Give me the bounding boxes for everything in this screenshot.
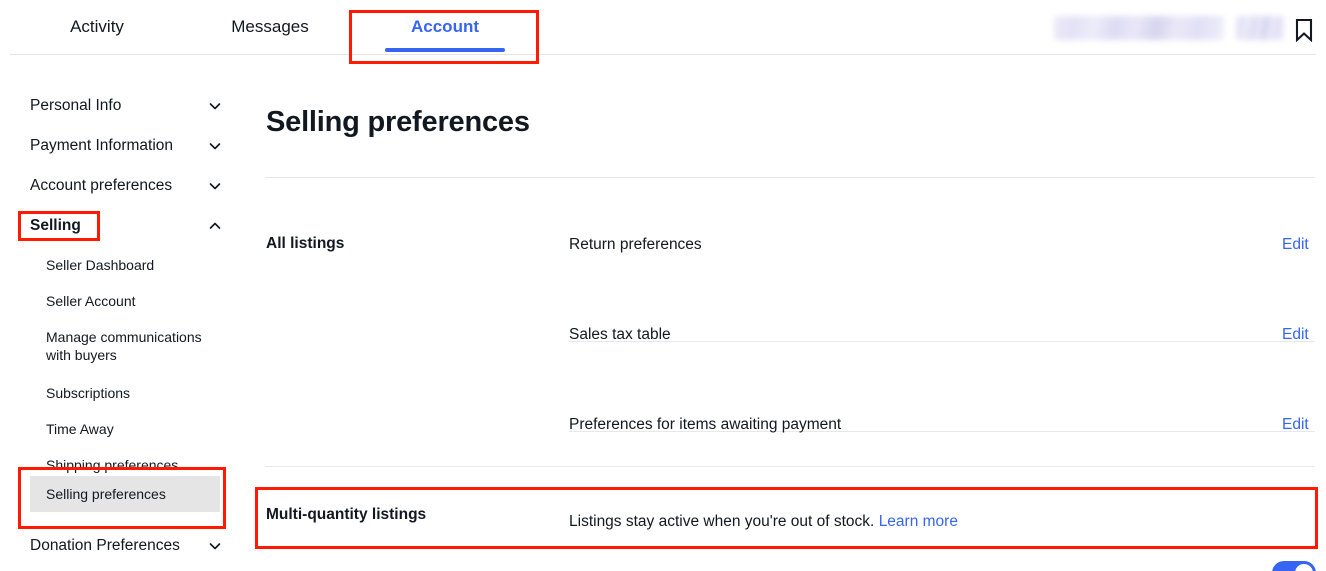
sidebar-group-account-preferences[interactable]: Account preferences: [30, 174, 222, 198]
redacted-text-block: [1236, 16, 1284, 40]
learn-more-link[interactable]: Learn more: [879, 513, 958, 530]
sidebar-item-manage-communications[interactable]: Manage communications with buyers: [46, 328, 224, 364]
section-label-multi-quantity-listings: Multi-quantity listings: [266, 506, 426, 524]
sidebar-group-label: Selling: [30, 217, 81, 235]
sidebar-item-time-away[interactable]: Time Away: [46, 420, 216, 438]
page-root: Activity Messages Account Personal Info …: [0, 0, 1326, 571]
sidebar-group-label: Payment Information: [30, 137, 173, 155]
top-navigation: Activity Messages Account: [0, 0, 1326, 56]
sidebar-group-label: Personal Info: [30, 97, 121, 115]
top-navigation-divider: [10, 54, 1316, 55]
sidebar-item-seller-dashboard[interactable]: Seller Dashboard: [46, 256, 216, 274]
sidebar-group-selling[interactable]: Selling: [30, 214, 222, 238]
redacted-text-block: [1054, 16, 1224, 40]
bookmark-icon[interactable]: [1294, 18, 1314, 42]
sidebar-group-payment-information[interactable]: Payment Information: [30, 134, 222, 158]
sidebar-item-selling-preferences[interactable]: Selling preferences: [30, 476, 220, 512]
row-label-multi-quantity-description: Listings stay active when you're out of …: [569, 513, 958, 531]
row-label-return-preferences: Return preferences: [569, 236, 702, 254]
row-divider: [569, 341, 1315, 342]
multi-quantity-toggle[interactable]: [1272, 561, 1316, 571]
chevron-up-icon: [208, 219, 222, 233]
chevron-down-icon: [208, 179, 222, 193]
chevron-down-icon: [208, 99, 222, 113]
edit-link-sales-tax-table[interactable]: Edit: [1282, 326, 1309, 344]
sidebar-group-label: Donation Preferences: [30, 537, 180, 555]
section-label-all-listings: All listings: [266, 235, 344, 253]
page-title: Selling preferences: [266, 106, 530, 139]
main-content: Selling preferences All listings Return …: [250, 56, 1326, 571]
section-divider: [265, 177, 1315, 178]
sidebar-group-personal-info[interactable]: Personal Info: [30, 94, 222, 118]
row-label-sales-tax-table: Sales tax table: [569, 326, 671, 344]
tab-account[interactable]: Account: [356, 0, 534, 54]
sidebar-group-label: Account preferences: [30, 177, 172, 195]
sidebar-item-shipping-preferences[interactable]: Shipping preferences: [46, 456, 216, 474]
tab-active-indicator: [385, 48, 505, 52]
edit-link-return-preferences[interactable]: Edit: [1282, 236, 1309, 254]
toggle-knob: [1295, 564, 1313, 571]
tab-messages[interactable]: Messages: [196, 0, 344, 54]
section-divider: [265, 466, 1315, 467]
multi-quantity-description-text: Listings stay active when you're out of …: [569, 513, 874, 530]
sidebar-group-donation-preferences[interactable]: Donation Preferences: [30, 534, 222, 558]
chevron-down-icon: [208, 539, 222, 553]
sidebar-item-subscriptions[interactable]: Subscriptions: [46, 384, 216, 402]
edit-link-items-awaiting-payment[interactable]: Edit: [1282, 416, 1309, 434]
row-label-items-awaiting-payment: Preferences for items awaiting payment: [569, 416, 841, 434]
sidebar-item-seller-account[interactable]: Seller Account: [46, 292, 216, 310]
sidebar: Personal Info Payment Information Accoun…: [0, 56, 250, 571]
tab-activity[interactable]: Activity: [36, 0, 158, 54]
chevron-down-icon: [208, 139, 222, 153]
